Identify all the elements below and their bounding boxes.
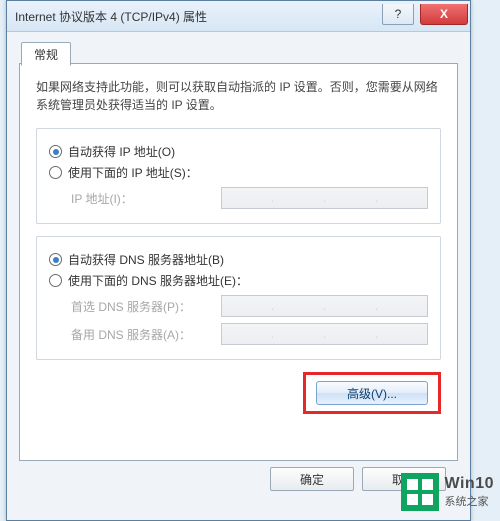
watermark: Win10 系统之家 [401, 473, 494, 511]
ip-address-label: IP 地址(I)： [71, 190, 221, 207]
dialog-title: Internet 协议版本 4 (TCP/IPv4) 属性 [15, 8, 376, 25]
watermark-line2: 系统之家 [445, 493, 494, 509]
dns-preferred-label: 首选 DNS 服务器(P)： [71, 298, 221, 315]
titlebar[interactable]: Internet 协议版本 4 (TCP/IPv4) 属性 ? X [7, 1, 470, 32]
ip-auto-option[interactable]: 自动获得 IP 地址(O) [49, 143, 428, 160]
dns-auto-option[interactable]: 自动获得 DNS 服务器地址(B) [49, 251, 428, 268]
dialog-client-area: 常规 如果网络支持此功能，则可以获取自动指派的 IP 设置。否则，您需要从网络系… [7, 32, 470, 520]
close-button[interactable]: X [420, 4, 468, 25]
ip-address-row: IP 地址(I)： ... [71, 187, 428, 209]
intro-text: 如果网络支持此功能，则可以获取自动指派的 IP 设置。否则，您需要从网络系统管理… [36, 78, 441, 114]
tabstrip: 常规 [19, 42, 458, 64]
ip-address-group: 自动获得 IP 地址(O) 使用下面的 IP 地址(S)： IP 地址(I)： … [36, 128, 441, 224]
dns-alternate-input: ... [221, 323, 428, 345]
dns-alternate-label: 备用 DNS 服务器(A)： [71, 326, 221, 343]
tab-sheet: 如果网络支持此功能，则可以获取自动指派的 IP 设置。否则，您需要从网络系统管理… [19, 63, 458, 461]
advanced-button-area: 高级(V)... [36, 372, 441, 414]
annotation-highlight: 高级(V)... [303, 372, 441, 414]
close-icon: X [440, 7, 448, 21]
windows-logo-icon [401, 473, 439, 511]
dns-manual-option[interactable]: 使用下面的 DNS 服务器地址(E)： [49, 272, 428, 289]
ip-manual-label: 使用下面的 IP 地址(S)： [68, 164, 198, 181]
ipv4-properties-dialog: Internet 协议版本 4 (TCP/IPv4) 属性 ? X 常规 如果网… [6, 0, 471, 521]
radio-icon [49, 274, 62, 287]
dns-preferred-row: 首选 DNS 服务器(P)： ... [71, 295, 428, 317]
help-button[interactable]: ? [382, 4, 414, 25]
ip-manual-option[interactable]: 使用下面的 IP 地址(S)： [49, 164, 428, 181]
radio-icon [49, 145, 62, 158]
radio-icon [49, 253, 62, 266]
dns-group: 自动获得 DNS 服务器地址(B) 使用下面的 DNS 服务器地址(E)： 首选… [36, 236, 441, 360]
radio-icon [49, 166, 62, 179]
tab-general[interactable]: 常规 [21, 42, 71, 66]
dialog-buttons: 确定 取消 [19, 461, 458, 491]
ok-button[interactable]: 确定 [270, 467, 354, 491]
help-icon: ? [395, 7, 402, 21]
dns-preferred-input: ... [221, 295, 428, 317]
ip-address-input: ... [221, 187, 428, 209]
advanced-button[interactable]: 高级(V)... [316, 381, 428, 405]
watermark-text: Win10 系统之家 [445, 475, 494, 509]
watermark-line1: Win10 [445, 475, 494, 493]
dns-auto-label: 自动获得 DNS 服务器地址(B) [68, 251, 224, 268]
dns-alternate-row: 备用 DNS 服务器(A)： ... [71, 323, 428, 345]
ip-auto-label: 自动获得 IP 地址(O) [68, 143, 175, 160]
dns-manual-label: 使用下面的 DNS 服务器地址(E)： [68, 272, 248, 289]
